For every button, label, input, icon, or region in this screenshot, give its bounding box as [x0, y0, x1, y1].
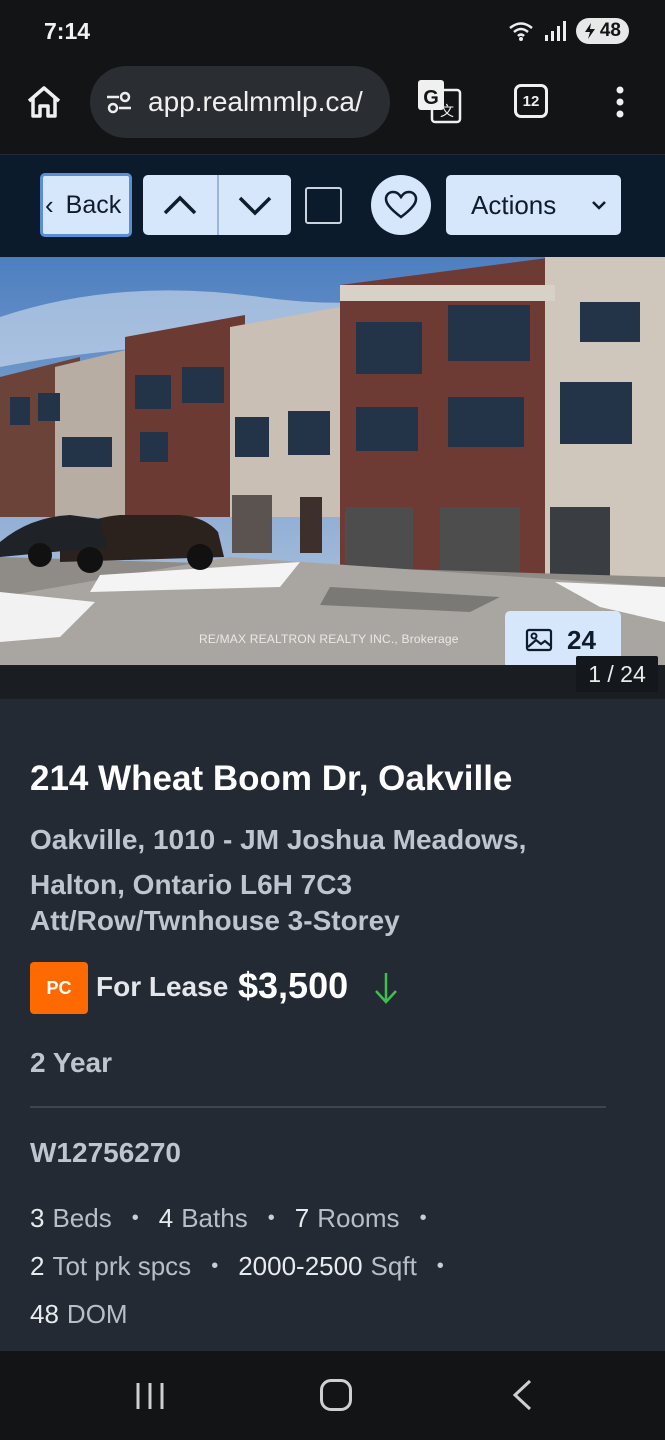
- wifi-icon: [509, 22, 533, 41]
- chevron-left-icon: ‹: [45, 189, 54, 220]
- parking-count: 2: [30, 1251, 45, 1281]
- property-type: Att/Row/Twnhouse 3-Storey: [30, 905, 400, 936]
- separator-dot: •: [267, 1207, 275, 1229]
- back-button[interactable]: ‹ Back: [40, 173, 132, 237]
- back-label: Back: [65, 190, 122, 219]
- separator-dot: •: [436, 1255, 444, 1277]
- lease-term: 2 Year: [30, 1047, 113, 1078]
- status-time: 7:14: [44, 18, 91, 44]
- svg-text:G: G: [423, 87, 439, 109]
- battery-level: 48: [599, 20, 621, 41]
- signal-icon: [544, 21, 566, 41]
- separator-dot: •: [211, 1255, 219, 1277]
- listing-community: Oakville, 1010 - JM Joshua Meadows, Halt…: [30, 824, 527, 900]
- divider: [30, 1106, 606, 1108]
- more-vert-icon[interactable]: [605, 82, 635, 122]
- home-icon[interactable]: [24, 82, 64, 122]
- url-text: app.realmmlp.ca/: [148, 86, 363, 117]
- photo-index: 1 / 24: [576, 656, 658, 692]
- mls-number: W12756270: [30, 1137, 182, 1168]
- dom-count: 48: [30, 1299, 59, 1329]
- status-bar: 7:14 48: [0, 0, 665, 62]
- photo-count: 24: [567, 624, 596, 655]
- next-listing-button[interactable]: [217, 175, 291, 235]
- baths-count: 4: [158, 1203, 174, 1233]
- heart-icon: [384, 190, 418, 219]
- sqft-value: 2000-2500: [238, 1251, 363, 1281]
- home-nav-icon[interactable]: [320, 1379, 352, 1411]
- status-icons: 48: [508, 18, 629, 44]
- dom-label: DOM: [66, 1299, 128, 1329]
- sqft-label: Sqft: [370, 1251, 417, 1281]
- photo-watermark: RE/MAX REALTRON REALTY INC., Brokerage: [199, 632, 459, 646]
- previous-listing-button[interactable]: [143, 175, 217, 235]
- parking-label: Tot prk spcs: [52, 1251, 192, 1281]
- photo-footer: [0, 665, 665, 699]
- rooms-count: 7: [294, 1203, 310, 1233]
- translate-icon[interactable]: G 文: [416, 78, 462, 124]
- price-down-arrow-icon: [375, 973, 397, 1004]
- rooms-label: Rooms: [317, 1203, 400, 1233]
- actions-label: Actions: [471, 189, 557, 220]
- listing-photo[interactable]: RE/MAX REALTRON REALTY INC., Brokerage 2…: [0, 257, 665, 665]
- listing-specs: 3 Beds • 4 Baths • 7 Rooms • 2 Tot prk s…: [30, 1194, 630, 1338]
- baths-label: Baths: [181, 1203, 248, 1233]
- chevron-down-icon: [238, 196, 272, 216]
- specs-row: 48 DOM: [30, 1290, 630, 1338]
- chevron-up-icon: [163, 195, 197, 215]
- listing-price: $3,500: [238, 965, 349, 1006]
- beds-label: Beds: [52, 1203, 112, 1233]
- favorite-button[interactable]: [371, 175, 431, 235]
- battery-indicator: 48: [575, 18, 629, 44]
- listing-details: 214 Wheat Boom Dr, Oakville Oakville, 10…: [0, 699, 665, 1351]
- separator-dot: •: [131, 1207, 139, 1229]
- system-navigation-bar: [0, 1351, 665, 1440]
- battery-icon: [584, 23, 595, 39]
- tab-switcher-button[interactable]: 12: [514, 84, 548, 118]
- townhouse-photo: [0, 257, 665, 665]
- browser-toolbar: app.realmmlp.ca/ G 文 12: [0, 62, 665, 154]
- chevron-down-small-icon: [592, 201, 606, 210]
- actions-dropdown[interactable]: Actions: [446, 175, 621, 235]
- back-nav-icon[interactable]: [510, 1379, 534, 1411]
- listing-status: For Lease: [96, 971, 229, 1002]
- beds-count: 3: [30, 1203, 45, 1233]
- svg-text:文: 文: [440, 104, 454, 120]
- specs-row: 3 Beds • 4 Baths • 7 Rooms •: [30, 1194, 630, 1242]
- listing-address: 214 Wheat Boom Dr, Oakville: [30, 759, 513, 798]
- specs-row: 2 Tot prk spcs • 2000-2500 Sqft •: [30, 1242, 630, 1290]
- site-settings-icon[interactable]: [104, 87, 134, 117]
- address-bar[interactable]: app.realmmlp.ca/: [90, 66, 390, 138]
- recent-apps-icon[interactable]: [134, 1381, 166, 1411]
- checkbox-icon[interactable]: [305, 187, 342, 224]
- status-badge: PC: [30, 962, 88, 1014]
- separator-dot: •: [419, 1207, 427, 1229]
- listing-nav-group: [143, 175, 291, 235]
- image-icon: [525, 628, 553, 652]
